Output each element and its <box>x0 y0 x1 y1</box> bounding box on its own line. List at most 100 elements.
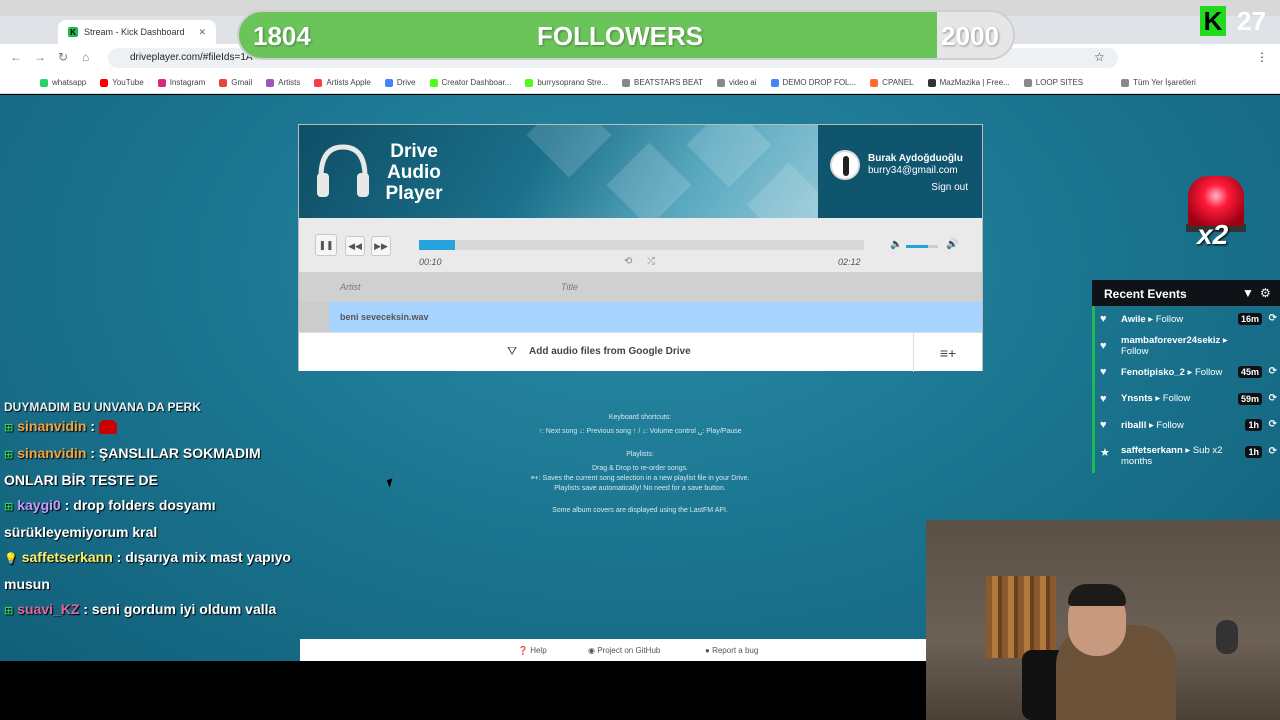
chat-username[interactable]: suavi_KZ <box>17 601 79 617</box>
album-note: Some album covers are displayed using th… <box>552 507 728 514</box>
gear-icon[interactable]: ⚙ <box>1260 286 1271 300</box>
repeat-icon[interactable]: ⟲ <box>624 256 632 267</box>
chat-badge-icon: ⊞ <box>4 449 14 461</box>
replay-icon[interactable]: ⟳ <box>1269 393 1277 404</box>
bookmark-video-ai[interactable]: video ai <box>716 78 757 87</box>
bookmark-demo-drop[interactable]: DEMO DROP FOL... <box>770 78 856 87</box>
replay-icon[interactable]: ⟳ <box>1269 419 1277 430</box>
event-item: ♥ Fenotipisko_2 ▸ Follow 45m ⟳ <box>1092 359 1280 386</box>
album-cover <box>299 302 329 332</box>
forward-icon[interactable]: → <box>34 50 46 64</box>
sign-out-link[interactable]: Sign out <box>931 182 968 193</box>
chat-badge-icon: ⊞ <box>4 422 14 434</box>
help-link[interactable]: ❓ Help <box>518 646 547 655</box>
reload-icon[interactable]: ↻ <box>58 50 68 64</box>
bookmark-youtube[interactable]: YouTube <box>100 78 144 87</box>
song-title: beni seveceksin.wav <box>340 312 429 322</box>
chat-separator: : <box>60 497 74 513</box>
page-footer: ❓ Help ◉ Project on GitHub ● Report a bu… <box>300 639 926 661</box>
player-banner: Drive Audio Player <box>299 125 818 218</box>
folder-icon <box>1121 78 1130 87</box>
folder-icon <box>622 78 631 87</box>
chat-separator: : <box>86 418 99 434</box>
column-artist: Artist <box>340 282 361 292</box>
chat-username[interactable]: sinanvidin <box>17 445 86 461</box>
event-action: Follow <box>1156 419 1184 431</box>
folder-icon <box>716 78 725 87</box>
filter-icon[interactable]: ▼ <box>1242 286 1254 300</box>
bookmark-mazmazika[interactable]: MazMazika | Free... <box>927 78 1010 87</box>
playlists-line-1: Drag & Drop to re-order songs. <box>591 465 689 472</box>
home-icon[interactable]: ⌂ <box>82 50 89 64</box>
event-time: 16m <box>1237 313 1262 325</box>
apple-music-icon <box>314 78 323 87</box>
event-user: Awile <box>1121 313 1146 325</box>
chat-list: ⊞ sinanvidin : ⊞ sinanvidin : ŞANSLILAR SO… <box>4 414 314 624</box>
followers-label: FOLLOWERS <box>537 21 704 51</box>
event-action: Follow <box>1155 313 1184 325</box>
mazmazika-icon <box>927 78 936 87</box>
bookmark-drive[interactable]: Drive <box>384 78 416 87</box>
drive-icon <box>770 78 779 87</box>
event-accent <box>1092 438 1095 473</box>
next-button[interactable]: ▶▶ <box>371 236 391 256</box>
bookmark-artists-apple[interactable]: Artists Apple <box>314 78 371 87</box>
event-user: mambaforever24sekiz <box>1121 334 1221 346</box>
volume-max-icon[interactable]: 🔊 <box>946 239 958 250</box>
add-files-button[interactable]: Add audio files from Google Drive <box>529 346 691 357</box>
report-bug-link[interactable]: ● Report a bug <box>705 646 758 655</box>
replay-icon[interactable]: ⟳ <box>1269 313 1277 324</box>
chat-badge-icon: ⊞ <box>4 605 14 617</box>
close-tab-icon[interactable]: ✕ <box>198 27 206 38</box>
back-icon[interactable]: ← <box>10 50 22 64</box>
time-total: 02:12 <box>838 257 861 267</box>
url-text: driveplayer.com/#fileIds=1A <box>130 52 253 63</box>
bookmark-creator-dashboard[interactable]: Creator Dashboar... <box>429 78 511 87</box>
event-user: saffetserkann <box>1121 444 1183 456</box>
event-text: Awile ▸ Follow <box>1121 313 1184 325</box>
github-link[interactable]: ◉ Project on GitHub <box>588 646 660 655</box>
bookmark-gmail[interactable]: Gmail <box>219 78 252 87</box>
save-playlist-button[interactable]: ≡+ <box>913 333 982 372</box>
bookmark-cpanel[interactable]: CPANEL <box>870 78 914 87</box>
audio-player: Drive Audio Player Burak Aydoğduoğlu bur… <box>298 124 983 372</box>
chat-username[interactable]: kaygi0 <box>17 497 61 513</box>
kick-icon: K <box>68 27 78 37</box>
volume-slider[interactable] <box>906 245 938 248</box>
pause-button[interactable]: ❚❚ <box>315 234 337 256</box>
bookmark-artists[interactable]: Artists <box>266 78 300 87</box>
event-text: Ynsnts ▸ Follow <box>1121 393 1191 405</box>
shuffle-icon[interactable]: ⤮ <box>647 256 655 267</box>
bookmark-beatstars[interactable]: BEATSTARS BEAT <box>622 78 703 87</box>
progress-bar[interactable] <box>419 240 864 250</box>
bookmark-burrysoprano[interactable]: burrysoprano Stre... <box>525 78 608 87</box>
previous-button[interactable]: ◀◀ <box>345 236 365 256</box>
event-item: ♥ mambaforever24sekiz ▸ Follow <box>1092 332 1280 359</box>
menu-icon[interactable]: ⋮ <box>1256 50 1268 64</box>
bookmark-loop-sites[interactable]: LOOP SITES <box>1023 78 1083 87</box>
pause-icon: ❚❚ <box>318 239 334 250</box>
playlists-line-3: Playlists save automatically! No need fo… <box>554 485 726 492</box>
event-time: 1h <box>1245 445 1262 458</box>
bookmark-instagram[interactable]: Instagram <box>157 78 205 87</box>
heart-icon: ♥ <box>1100 419 1107 431</box>
kick-icon <box>429 78 438 87</box>
followers-goal: 2000 <box>941 21 999 51</box>
bookmark-whatsapp[interactable]: whatsapp <box>40 78 86 87</box>
drive-icon: ⛛ <box>507 344 518 358</box>
user-email: burry34@gmail.com <box>868 165 958 176</box>
whatsapp-icon <box>40 78 48 87</box>
webcam-feed <box>926 520 1280 720</box>
all-bookmarks[interactable]: Tüm Yer İşaretleri <box>1121 78 1196 87</box>
replay-icon[interactable]: ⟳ <box>1269 446 1277 457</box>
bookmark-star-icon[interactable]: ☆ <box>1094 50 1105 64</box>
siren-emote-icon <box>98 420 117 435</box>
chat-username[interactable]: saffetserkann <box>22 549 113 565</box>
browser-tab-kick[interactable]: K Stream - Kick Dashboard ✕ <box>58 20 216 44</box>
progress-fill <box>419 240 455 250</box>
replay-icon[interactable]: ⟳ <box>1269 366 1277 377</box>
song-row[interactable]: beni seveceksin.wav <box>299 302 982 332</box>
mute-icon[interactable]: 🔈 <box>890 239 902 250</box>
chat-username[interactable]: sinanvidin <box>17 418 86 434</box>
event-action: Follow <box>1194 366 1223 378</box>
